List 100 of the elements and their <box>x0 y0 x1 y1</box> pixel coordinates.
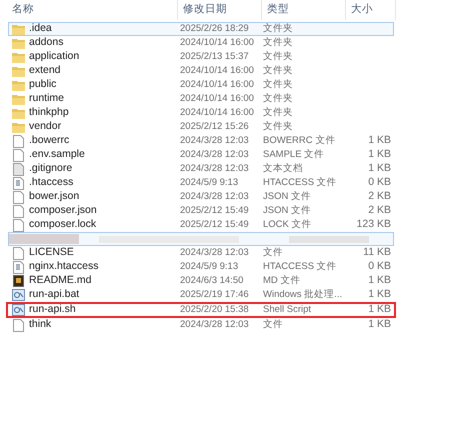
file-icon <box>13 246 24 260</box>
document-icon <box>13 275 24 287</box>
folder-icon <box>12 108 25 118</box>
folder-icon <box>12 122 25 132</box>
file-type: HTACCESS 文件 <box>263 261 337 272</box>
file-name: .bowerrc <box>29 133 70 148</box>
folder-icon <box>12 94 25 104</box>
folder-icon <box>12 52 25 62</box>
file-name: .htaccess <box>29 175 74 190</box>
column-header[interactable]: 修改日期 <box>178 0 262 20</box>
document-icon <box>13 176 24 190</box>
file-type: 文件 <box>263 319 283 330</box>
file-name: public <box>29 77 56 92</box>
file-name: addons <box>29 35 64 50</box>
modified-date: 2025/2/13 15:37 <box>180 51 249 62</box>
modified-date: 2024/10/14 16:00 <box>180 93 254 104</box>
file-icon <box>13 218 24 232</box>
file-type: JSON 文件 <box>263 205 311 216</box>
modified-date: 2024/6/3 14:50 <box>180 275 244 286</box>
file-name: runtime <box>29 91 64 106</box>
file-name: LICENSE <box>29 245 74 260</box>
file-size: 1 KB <box>368 273 391 288</box>
file-icon <box>13 204 24 218</box>
file-size: 11 KB <box>363 245 391 260</box>
file-row[interactable]: .idea 2025/2/26 18:29 文件夹 <box>8 22 394 36</box>
file-size: 123 KB <box>356 217 391 232</box>
folder-icon <box>12 66 25 76</box>
file-name: run-api.bat <box>29 287 80 302</box>
file-size: 2 KB <box>368 203 391 218</box>
script-icon <box>12 289 25 301</box>
modified-date: 2025/2/12 15:49 <box>180 219 249 230</box>
file-type: JSON 文件 <box>263 191 311 202</box>
file-type: MD 文件 <box>263 275 300 286</box>
file-type: 文件夹 <box>263 65 293 76</box>
document-icon <box>13 260 24 274</box>
file-name: composer.lock <box>29 217 96 232</box>
file-type: Windows 批处理... <box>263 289 342 300</box>
modified-date: 2024/3/28 12:03 <box>180 247 249 258</box>
modified-date: 2024/3/28 12:03 <box>180 319 249 330</box>
file-icon <box>13 318 24 332</box>
file-size: 0 KB <box>368 175 391 190</box>
modified-date: 2024/5/9 9:13 <box>180 177 238 188</box>
file-name: composer.json <box>29 203 97 218</box>
file-type: 文件夹 <box>263 93 293 104</box>
modified-date: 2025/2/12 15:49 <box>180 205 249 216</box>
modified-date: 2024/3/28 12:03 <box>180 191 249 202</box>
file-size: 1 KB <box>368 161 391 176</box>
modified-date: 2024/3/28 12:03 <box>180 163 249 174</box>
file-size: 2 KB <box>368 189 391 204</box>
modified-date: 2024/10/14 16:00 <box>180 65 254 76</box>
file-type: BOWERRC 文件 <box>263 135 336 146</box>
file-icon <box>13 190 24 204</box>
file-size: 1 KB <box>368 147 391 162</box>
modified-date: 2024/10/14 16:00 <box>180 107 254 118</box>
file-icon <box>13 162 24 176</box>
file-type: 文件 <box>263 247 283 258</box>
modified-date: 2025/2/20 15:38 <box>180 304 249 316</box>
modified-date: 2024/10/14 16:00 <box>180 79 254 90</box>
file-type: 文件夹 <box>263 121 293 132</box>
folder-icon <box>12 80 25 90</box>
file-type: 文件夹 <box>263 79 293 90</box>
modified-date: 2024/5/9 9:13 <box>180 261 238 272</box>
file-size: 1 KB <box>368 287 391 302</box>
file-type: HTACCESS 文件 <box>263 177 337 188</box>
folder-icon <box>12 38 25 48</box>
modified-date: 2025/2/12 15:26 <box>180 121 249 132</box>
file-size: 1 KB <box>368 133 391 148</box>
file-type: SAMPLE 文件 <box>263 149 324 160</box>
file-type: LOCK 文件 <box>263 219 312 230</box>
file-name: run-api.sh <box>29 302 76 318</box>
modified-date: 2024/3/28 12:03 <box>180 149 249 160</box>
file-type: 文本文档 <box>263 163 303 174</box>
file-type: Shell Script <box>263 304 312 316</box>
column-header[interactable]: 类型 <box>262 0 346 20</box>
modified-date: 2025/2/26 18:29 <box>180 23 249 34</box>
column-header[interactable]: 大小 <box>346 0 396 20</box>
column-header[interactable]: 名称 <box>8 0 178 20</box>
file-type: 文件夹 <box>263 107 293 118</box>
modified-date: 2024/3/28 12:03 <box>180 135 249 146</box>
file-icon <box>13 148 24 162</box>
file-size: 1 KB <box>368 317 391 332</box>
file-name: README.md <box>29 273 92 288</box>
file-type: 文件夹 <box>263 23 293 34</box>
file-name: think <box>29 317 52 332</box>
file-name: thinkphp <box>29 105 69 120</box>
folder-icon <box>12 24 25 34</box>
file-row[interactable] <box>8 232 394 246</box>
file-size: 0 KB <box>368 259 391 274</box>
file-name: .gitignore <box>29 161 72 176</box>
modified-date: 2025/2/19 17:46 <box>180 289 249 300</box>
file-type: 文件夹 <box>263 37 293 48</box>
file-name: vendor <box>29 119 62 134</box>
file-icon <box>13 134 24 148</box>
file-name: nginx.htaccess <box>29 259 98 274</box>
script-icon <box>12 304 25 316</box>
file-size: 1 KB <box>368 302 391 318</box>
file-name: .idea <box>29 21 52 36</box>
file-name: bower.json <box>29 189 80 204</box>
file-name: .env.sample <box>29 147 85 162</box>
file-name: extend <box>29 63 61 78</box>
